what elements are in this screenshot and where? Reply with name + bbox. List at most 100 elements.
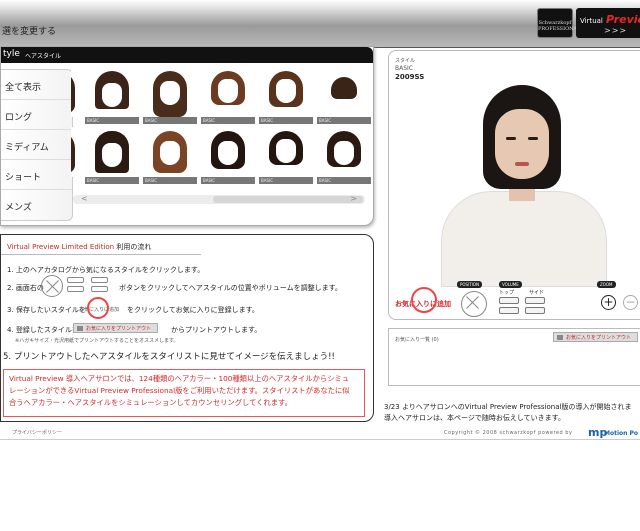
side-label: サイド: [529, 290, 545, 296]
hairstyle-thumb[interactable]: BASIC: [201, 127, 255, 185]
logo-preview-text: Preview: [606, 13, 640, 26]
position-dpad-icon: [41, 275, 63, 297]
thumb-label: BASIC: [85, 117, 139, 124]
volume-top-down-button[interactable]: [499, 307, 519, 314]
step-5: 5. プリントアウトしたヘアスタイルをスタイリストに見せてイメージを伝えましょう…: [3, 352, 335, 362]
thumb-label: BASIC: [259, 117, 313, 124]
mini-button-icon: [91, 286, 108, 292]
style-basic: BASIC: [395, 65, 413, 72]
news-text: 3/23 よりヘアサロンへのVirtual Preview Profession…: [384, 402, 640, 424]
motion-portrait-name: Motion Po: [604, 430, 639, 437]
hairstyle-row: BASIC BASIC BASIC BASIC BASIC: [71, 125, 371, 185]
hairstyle-grid: BASIC BASIC BASIC BASIC BASIC BASIC BASI…: [71, 65, 371, 185]
hairstyle-catalog-panel: tyle ヘアスタイル 全て表示 ロング ミディアム ショート メンズ BASI…: [0, 46, 374, 226]
logo-arrows: >>>: [604, 26, 628, 35]
catalog-scrollbar[interactable]: < >: [73, 194, 365, 204]
catalog-tab-title: tyle: [3, 49, 20, 59]
logo-virtual-text: Virtual: [580, 17, 603, 25]
hairstyle-thumb[interactable]: BASIC: [259, 67, 313, 125]
mini-button-icon: [67, 286, 84, 292]
scroll-right-arrow-icon[interactable]: >: [350, 194, 357, 203]
volume-top-up-button[interactable]: [499, 297, 519, 304]
volume-side-up-button[interactable]: [525, 297, 545, 304]
hairstyle-thumb[interactable]: [71, 67, 77, 125]
step-4-print-sample: お気に入りをプリントアウト: [73, 323, 159, 333]
position-label: POSITION: [457, 281, 483, 288]
copyright: Copyright © 2008 schwarzkopf powered by: [444, 430, 573, 436]
scroll-left-arrow-icon[interactable]: <: [81, 194, 88, 203]
volume-label: VOLUME: [499, 281, 522, 288]
highlight-circle: [87, 297, 109, 319]
step-3-prefix: 3. 保存したいスタイルを: [7, 306, 86, 314]
step-4-suffix: からプリントアウトします。: [171, 326, 262, 334]
category-short[interactable]: ショート: [1, 160, 72, 190]
mini-button-icon: [67, 277, 84, 283]
hairstyle-thumb[interactable]: BASIC: [143, 127, 197, 185]
instructions-title: Virtual Preview Limited Edition 利用の流れ: [7, 242, 151, 252]
instructions-panel: Virtual Preview Limited Edition 利用の流れ 1.…: [0, 234, 374, 422]
hairstyle-row: BASIC BASIC BASIC BASIC BASIC: [71, 65, 371, 125]
schwarzkopf-logo: Schwarzkopf PROFESSIONAL: [537, 8, 581, 38]
print-favorites-button[interactable]: お気に入りをプリントアウト: [553, 332, 639, 342]
thumb-label: BASIC: [259, 177, 313, 184]
category-mens[interactable]: メンズ: [1, 190, 72, 220]
instructions-title-bar: Virtual Preview Limited Edition 利用の流れ: [1, 241, 201, 255]
hairstyle-thumb[interactable]: BASIC: [317, 67, 371, 125]
thumb-label: BASIC: [85, 177, 139, 184]
thumb-label: BASIC: [143, 117, 197, 124]
top-label: トップ: [499, 290, 515, 296]
volume-side-down-button[interactable]: [525, 307, 545, 314]
favorites-title: お気に入り一覧 (0): [395, 337, 439, 343]
privacy-policy-link[interactable]: プライバシーポリシー: [12, 429, 62, 436]
notice-line: 合うヘアカラー・ヘアスタイルをシミュレーションしてカウンセリングしてくれます。: [9, 398, 292, 407]
hairstyle-thumb[interactable]: BASIC: [85, 127, 139, 185]
thumb-label: BASIC: [317, 117, 371, 124]
professional-notice: Virtual Preview 導入ヘアサロンでは、124種類のヘアカラー・10…: [3, 369, 365, 417]
highlight-circle: [411, 287, 437, 313]
hairstyle-thumb[interactable]: BASIC: [317, 127, 371, 185]
model-face: [495, 109, 549, 179]
thumb-label: BASIC: [201, 117, 255, 124]
step-4-note: ※ハガキサイズ・光沢用紙でプリントアウトすることをオススメします。: [15, 338, 179, 344]
hairstyle-thumb[interactable]: BASIC: [85, 67, 139, 125]
category-long[interactable]: ロング: [1, 100, 72, 130]
thumb-label: BASIC: [201, 177, 255, 184]
notice-line: レーションができるVirtual Preview Professional版をご…: [9, 386, 350, 395]
title-red-part: Virtual Preview Limited Edition: [7, 243, 115, 251]
favorites-panel: お気に入り一覧 (0) お気に入りをプリントアウト: [388, 328, 640, 386]
breadcrumb[interactable]: 選を変更する: [2, 24, 56, 37]
app-header: 選を変更する Schwarzkopf PROFESSIONAL Virtual …: [0, 0, 640, 48]
notice-line: Virtual Preview 導入ヘアサロンでは、124種類のヘアカラー・10…: [9, 374, 350, 383]
footer: プライバシーポリシー Copyright © 2008 schwarzkopf …: [0, 426, 640, 440]
thumb-label: BASIC: [317, 177, 371, 184]
style-season: 2009SS: [395, 73, 425, 81]
model-photo: [429, 79, 619, 287]
category-all[interactable]: 全て表示: [1, 70, 72, 100]
scrollbar-thumb[interactable]: [213, 196, 363, 203]
catalog-tab-subtitle: ヘアスタイル: [25, 53, 62, 60]
step-2-prefix: 2. 画面右の: [7, 284, 44, 292]
position-dpad[interactable]: [461, 291, 487, 317]
step-3-suffix: をクリックしてお気に入りに登録します。: [127, 306, 259, 314]
title-black-part: 利用の流れ: [114, 243, 152, 251]
zoom-out-icon[interactable]: −: [623, 295, 638, 310]
step-2-suffix: ボタンをクリックしてヘアスタイルの位置やボリュームを調整します。: [119, 284, 342, 292]
zoom-in-icon[interactable]: +: [601, 295, 616, 310]
thumb-label: BASIC: [143, 177, 197, 184]
hairstyle-thumb[interactable]: BASIC: [259, 127, 313, 185]
model-blouse: [441, 191, 607, 287]
mini-button-icon: [91, 277, 108, 283]
news-line: 導入ヘアサロンは、本ページで随時お伝えしていきます。: [384, 414, 565, 422]
step-1: 1. 上のヘアカタログから気になるスタイルをクリックします。: [7, 266, 205, 274]
category-medium[interactable]: ミディアム: [1, 130, 72, 160]
preview-panel: スタイル BASIC 2009SS お気に入りに追加 POSITION VOLU…: [388, 50, 640, 320]
virtual-preview-logo: Virtual Preview >>>: [576, 8, 640, 38]
style-label: スタイル: [395, 58, 416, 64]
hairstyle-thumb[interactable]: BASIC: [143, 67, 197, 125]
hairstyle-thumb[interactable]: [71, 127, 77, 185]
hairstyle-thumb[interactable]: BASIC: [201, 67, 255, 125]
catalog-tab-bar: tyle ヘアスタイル: [1, 47, 373, 63]
zoom-label: ZOOM: [597, 281, 616, 288]
news-line: 3/23 よりヘアサロンへのVirtual Preview Profession…: [384, 403, 632, 411]
step-4-prefix: 4. 登録したスタイルを: [7, 326, 79, 334]
